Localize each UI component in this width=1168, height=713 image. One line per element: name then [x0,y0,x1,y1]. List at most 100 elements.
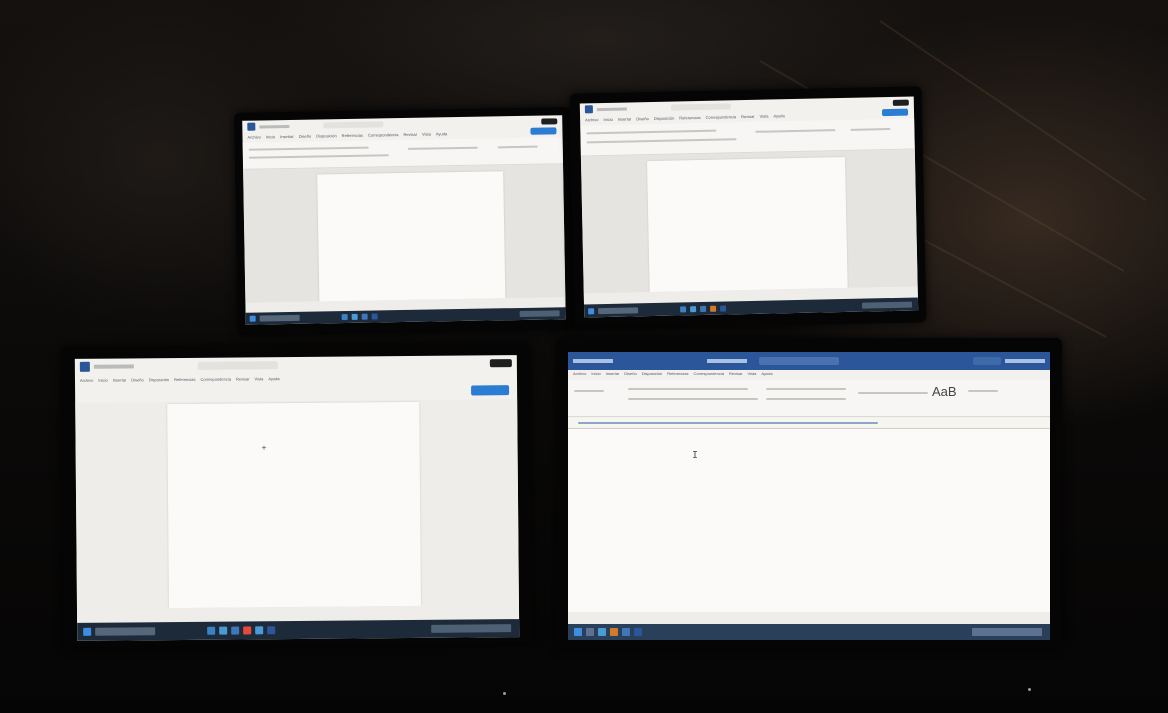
ribbon-editing [968,390,998,392]
ribbon-tab[interactable]: Disposición [149,377,169,382]
word-taskbar-icon[interactable] [371,313,378,320]
ribbon-tab[interactable]: Insertar [280,134,294,139]
ribbon-tab[interactable]: Correspondencia [200,377,231,382]
ribbon-tab[interactable]: Diseño [131,377,143,382]
app-icon[interactable] [690,305,697,312]
ribbon-tab[interactable]: Diseño [624,371,636,376]
word-taskbar-icon[interactable] [634,628,642,636]
ribbon-tab[interactable]: Inicio [266,134,275,139]
app-icon[interactable] [598,628,606,636]
document-title-blur [259,124,290,129]
search-icon[interactable] [259,314,300,322]
ribbon-tabs: Archivo Inicio Insertar Diseño Disposici… [568,371,1050,376]
window-controls[interactable] [1005,359,1045,363]
ribbon-tab[interactable]: Archivo [80,378,93,383]
ribbon-tab[interactable]: Correspondencia [694,371,724,376]
ribbon-tab[interactable]: Archivo [573,371,586,376]
ribbon-tab[interactable]: Ayuda [761,371,772,376]
screen-bottom-right: Archivo Inicio Insertar Diseño Disposici… [568,352,1050,640]
ribbon-tab[interactable]: Revisar [236,376,250,381]
share-button[interactable] [471,385,510,396]
ribbon-tab[interactable]: Referencias [342,133,363,138]
ribbon-tab[interactable]: Diseño [299,134,312,139]
app-icon[interactable] [622,628,630,636]
ribbon-tab[interactable]: Ayuda [268,376,279,381]
search-icon[interactable] [586,628,594,636]
user-button[interactable] [892,99,909,106]
app-icon[interactable] [710,305,717,312]
ribbon-tab[interactable]: Vista [760,114,769,119]
text-cursor-icon: I [692,450,699,461]
word-taskbar-icon[interactable] [267,626,276,635]
search-box[interactable] [670,103,731,111]
app-icon[interactable] [610,628,618,636]
ribbon-tab[interactable]: Disposición [642,371,662,376]
ribbon-tab[interactable]: Revisar [729,371,743,376]
app-icon[interactable] [219,626,228,635]
ribbon-tab[interactable]: Vista [422,132,431,137]
app-icon[interactable] [351,313,358,320]
app-icon[interactable] [255,626,264,635]
ribbon-styles [407,146,478,150]
app-icon[interactable] [680,305,687,312]
ribbon-tab[interactable]: Vista [254,376,263,381]
ribbon-tab[interactable]: Revisar [403,132,417,137]
share-button[interactable] [530,127,557,135]
document-page[interactable] [568,429,1050,612]
ribbon-styles-gallery [858,392,928,394]
word-taskbar-icon[interactable] [720,304,727,312]
ribbon-tab[interactable]: Referencias [667,371,688,376]
ribbon-tab[interactable]: Disposición [654,116,675,121]
windows-start-icon[interactable] [588,307,595,314]
app-icon[interactable] [231,626,240,635]
search-box[interactable] [323,121,384,129]
ribbon-tab[interactable]: Correspondencia [706,114,737,120]
ribbon-tab[interactable]: Diseño [636,116,649,121]
ribbon-tab[interactable]: Inicio [591,371,600,376]
laptop-power-led [503,692,506,695]
search-box[interactable] [197,361,278,370]
document-page[interactable] [317,171,506,302]
user-button[interactable] [541,118,558,125]
windows-start-icon[interactable] [249,315,256,322]
ribbon-tab[interactable]: Referencias [174,377,195,382]
ribbon-tab[interactable]: Revisar [741,114,755,119]
ribbon-tab[interactable]: Archivo [585,117,598,122]
ribbon-tab[interactable]: Insertar [113,377,127,382]
ribbon-tab[interactable]: Insertar [606,371,620,376]
app-icon[interactable] [341,313,348,321]
laptop-bottom-right: Archivo Inicio Insertar Diseño Disposici… [556,338,1062,648]
search-icon[interactable] [95,627,156,636]
screen-bottom-left: Archivo Inicio Insertar Diseño Disposici… [74,355,520,641]
ribbon-tab[interactable]: Ayuda [773,113,784,118]
laptop-top-right: Archivo Inicio Insertar Diseño Disposici… [569,86,927,330]
ribbon-tab[interactable]: Insertar [618,116,632,121]
windows-start-icon[interactable] [83,627,92,636]
tray-icons [519,310,560,317]
app-icon[interactable] [243,626,252,635]
app-icon[interactable] [207,626,216,635]
ribbon-tab[interactable]: Referencias [679,115,700,120]
app-icon[interactable] [361,313,368,320]
document-page[interactable] [646,156,848,293]
share-button[interactable] [881,108,909,117]
ribbon-tab[interactable]: Inicio [603,117,612,122]
ribbon-controls [248,154,389,159]
ribbon-tab[interactable]: Ayuda [436,131,447,136]
ribbon-tab[interactable]: Disposición [316,133,337,138]
search-box[interactable] [759,357,839,365]
windows-start-icon[interactable] [574,628,582,636]
ribbon-tab[interactable]: Inicio [98,378,107,383]
user-button[interactable] [973,357,1001,365]
user-button[interactable] [489,359,512,368]
ribbon-tab[interactable]: Vista [748,371,757,376]
document-page[interactable] [167,401,421,609]
app-icon[interactable] [700,305,707,312]
document-title-blur [596,107,627,111]
ribbon-tab[interactable]: Correspondencia [368,132,399,138]
word-logo-icon [79,361,90,372]
search-icon[interactable] [598,306,639,314]
ribbon-tab[interactable]: Archivo [247,134,260,139]
ribbon-editing [497,145,538,149]
style-sample[interactable]: AaB [932,384,957,399]
